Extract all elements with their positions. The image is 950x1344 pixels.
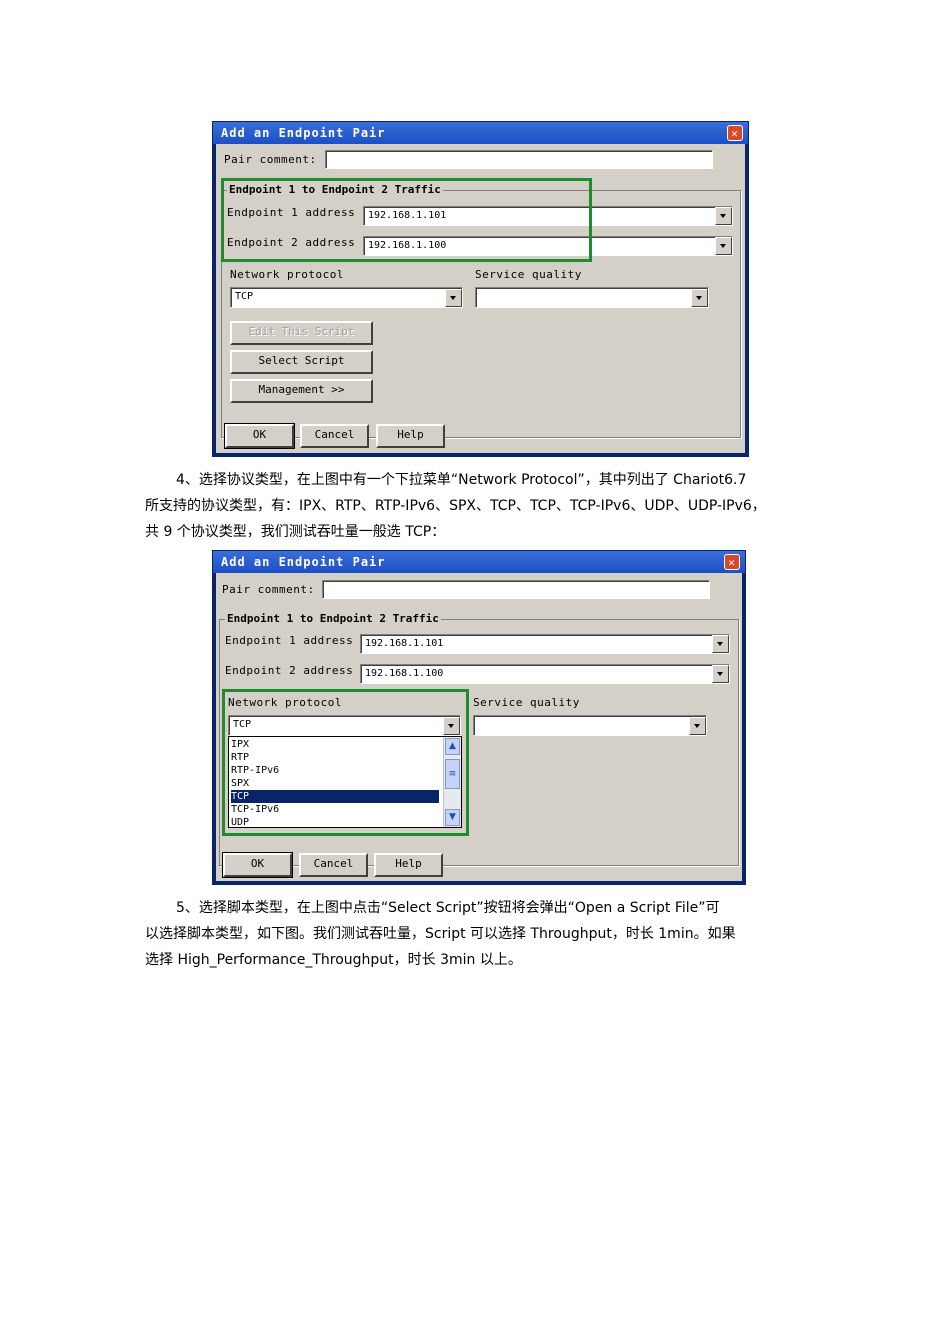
ok-button[interactable]: OK bbox=[222, 852, 293, 878]
service-quality-label: Service quality bbox=[473, 696, 580, 709]
help-button[interactable]: Help bbox=[376, 424, 445, 448]
pair-comment-label: Pair comment: bbox=[222, 583, 315, 596]
chevron-down-icon[interactable] bbox=[712, 635, 729, 653]
cancel-button[interactable]: Cancel bbox=[300, 424, 369, 448]
cancel-button[interactable]: Cancel bbox=[299, 853, 368, 877]
paragraph-4-line-1: 4、选择协议类型，在上图中有一个下拉菜单“Network Protocol”，其… bbox=[176, 472, 747, 488]
paragraph-5-line-1: 5、选择脚本类型，在上图中点击“Select Script”按钮将会弹出“Ope… bbox=[176, 900, 720, 916]
highlight-box-endpoints bbox=[221, 178, 592, 262]
select-script-button[interactable]: Select Script bbox=[230, 350, 373, 374]
protocol-label: Network protocol bbox=[230, 268, 344, 281]
dialog-title: Add an Endpoint Pair bbox=[221, 126, 386, 140]
chevron-down-icon[interactable] bbox=[715, 207, 732, 225]
service-quality-combo[interactable] bbox=[475, 287, 709, 308]
chevron-down-icon[interactable] bbox=[715, 237, 732, 255]
paragraph-5-line-3: 选择 High_Performance_Throughput，时长 3min 以… bbox=[145, 952, 522, 968]
close-icon[interactable]: ✕ bbox=[724, 554, 740, 570]
management-button[interactable]: Management >> bbox=[230, 379, 373, 403]
traffic-group-title: Endpoint 1 to Endpoint 2 Traffic bbox=[225, 612, 441, 625]
protocol-combo[interactable]: TCP bbox=[230, 287, 463, 308]
paragraph-5-line-2: 以选择脚本类型，如下图。我们测试吞吐量，Script 可以选择 Throughp… bbox=[145, 926, 736, 942]
service-quality-combo[interactable] bbox=[473, 715, 707, 736]
pair-comment-input[interactable] bbox=[322, 580, 710, 599]
edit-script-button[interactable]: Edit This Script bbox=[230, 321, 373, 345]
close-icon[interactable]: ✕ bbox=[727, 125, 743, 141]
dialog-title: Add an Endpoint Pair bbox=[221, 555, 386, 569]
service-quality-label: Service quality bbox=[475, 268, 582, 281]
dialog-title-bar[interactable]: Add an Endpoint Pair ✕ bbox=[213, 122, 748, 144]
endpoint2-label: Endpoint 2 address bbox=[225, 664, 354, 677]
chevron-down-icon[interactable] bbox=[445, 289, 462, 307]
help-button[interactable]: Help bbox=[374, 853, 443, 877]
ok-button[interactable]: OK bbox=[224, 423, 295, 449]
paragraph-4-line-3: 共 9 个协议类型，我们测试吞吐量一般选 TCP： bbox=[145, 524, 446, 540]
endpoint-pair-dialog-1: Add an Endpoint Pair ✕ Pair comment: End… bbox=[212, 121, 749, 457]
pair-comment-input[interactable] bbox=[325, 150, 713, 169]
chevron-down-icon[interactable] bbox=[712, 665, 729, 683]
paragraph-4-line-2: 所支持的协议类型，有：IPX、RTP、RTP-IPv6、SPX、TCP、TCP、… bbox=[145, 498, 766, 514]
dialog-title-bar[interactable]: Add an Endpoint Pair ✕ bbox=[213, 551, 745, 573]
highlight-box-protocol bbox=[222, 689, 469, 836]
endpoint1-label: Endpoint 1 address bbox=[225, 634, 354, 647]
pair-comment-label: Pair comment: bbox=[224, 153, 317, 166]
endpoint2-combo[interactable]: 192.168.1.100 bbox=[360, 664, 730, 684]
chevron-down-icon[interactable] bbox=[691, 289, 708, 307]
endpoint1-combo[interactable]: 192.168.1.101 bbox=[360, 634, 730, 654]
chevron-down-icon[interactable] bbox=[689, 717, 706, 735]
